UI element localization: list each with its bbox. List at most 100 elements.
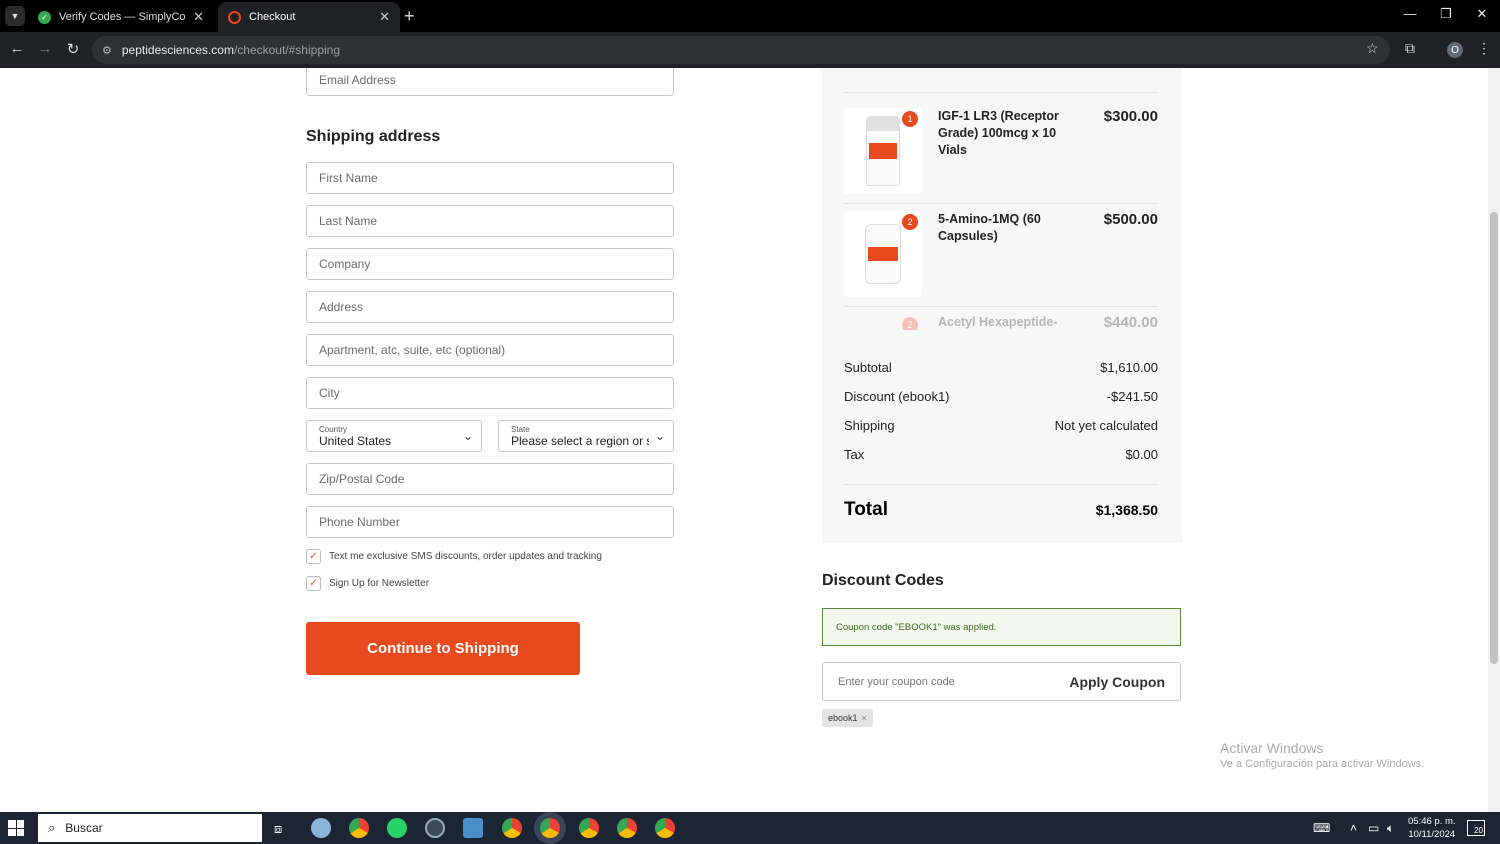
simplycodes-favicon-icon: ✓	[38, 10, 51, 24]
chrome-icon[interactable]	[655, 818, 675, 838]
checkbox-checked-icon[interactable]: ✓	[306, 576, 321, 591]
browser-menu-icon[interactable]: ⋮	[1477, 40, 1491, 57]
chrome-icon[interactable]	[540, 818, 560, 838]
keyboard-icon[interactable]: ⌨	[1313, 821, 1330, 835]
shipping-address-title: Shipping address	[306, 128, 441, 145]
tab-title: Checkout	[249, 11, 296, 23]
apartment-field[interactable]: Apartment, atc, suite, etc (optional)	[306, 334, 674, 366]
extensions-icon[interactable]: ⧉	[1405, 40, 1415, 57]
phone-field[interactable]: Phone Number	[306, 506, 674, 538]
app-icon[interactable]	[311, 818, 331, 838]
site-info-icon[interactable]: ⚙	[102, 44, 112, 57]
whatsapp-icon[interactable]	[387, 818, 407, 838]
address-field[interactable]: Address	[306, 291, 674, 323]
chrome-icon[interactable]	[349, 818, 369, 838]
country-select[interactable]: Country United States ⌄	[306, 420, 482, 452]
subtotal-label: Subtotal	[844, 360, 892, 375]
windows-taskbar: ⌕ Buscar ⧈ ⌨ ˄ ▭ 🔈︎ 05:46 p. m. 10/11/20…	[0, 812, 1500, 844]
tab-close-icon[interactable]: ✕	[193, 9, 204, 25]
address-bar[interactable]: ⚙ peptidesciences.com/checkout/#shipping	[92, 36, 1390, 64]
chevron-down-icon: ⌄	[654, 429, 665, 443]
state-value: Please select a region or st…	[511, 434, 649, 448]
chevron-up-icon[interactable]: ˄	[1350, 821, 1357, 835]
new-tab-button[interactable]: +	[404, 6, 415, 26]
notifications-icon[interactable]: 20	[1467, 820, 1485, 836]
url-text: peptidesciences.com/checkout/#shipping	[121, 43, 341, 57]
tab-close-icon[interactable]: ✕	[379, 9, 390, 25]
vial-image	[866, 116, 900, 186]
product-name: IGF-1 LR3 (Receptor Grade) 100mcg x 10 V…	[938, 109, 1059, 157]
app-icon[interactable]	[425, 818, 445, 838]
quantity-badge: 1	[902, 111, 918, 127]
divider	[844, 484, 1158, 485]
product-price: $440.00	[1103, 314, 1158, 330]
tab-simplycodes[interactable]: ✓ Verify Codes — SimplyCodes ✕	[28, 2, 214, 32]
applied-coupon-chip: ebook1 ×	[822, 709, 873, 727]
watermark-title: Activar Windows	[1220, 740, 1324, 756]
apply-coupon-button[interactable]: Apply Coupon	[1069, 674, 1180, 690]
profile-avatar[interactable]: O	[1447, 42, 1463, 58]
chevron-down-icon: ▼	[10, 11, 20, 21]
sms-opt-in-label: Text me exclusive SMS discounts, order u…	[329, 551, 602, 562]
total-label: Total	[844, 499, 888, 520]
zip-field[interactable]: Zip/Postal Code	[306, 463, 674, 495]
browser-tab-bar: ▼ ✓ Verify Codes — SimplyCodes ✕ Checkou…	[0, 0, 1500, 32]
restore-button[interactable]: ❐	[1428, 6, 1464, 22]
chrome-icon[interactable]	[502, 818, 522, 838]
total-value: $1,368.50	[1095, 502, 1158, 518]
bookmark-star-icon[interactable]: ☆	[1366, 40, 1379, 57]
checkbox-checked-icon[interactable]: ✓	[306, 549, 321, 564]
divider	[844, 306, 1158, 307]
divider	[844, 203, 1158, 204]
tab-search-button[interactable]: ▼	[5, 6, 25, 26]
subtotal-row: Subtotal $1,610.00	[844, 360, 1158, 375]
coupon-input[interactable]	[823, 675, 1070, 688]
company-field[interactable]: Company	[306, 248, 674, 280]
quantity-badge: 2	[902, 317, 918, 330]
watermark-subtitle: Ve a Configuración para activar Windows.	[1220, 758, 1425, 770]
cart-item: 2 Acetyl Hexapeptide- $440.00	[844, 314, 1158, 330]
tab-checkout[interactable]: Checkout ✕	[218, 2, 400, 32]
network-icon[interactable]: ▭	[1368, 821, 1379, 835]
chrome-icon[interactable]	[617, 818, 637, 838]
total-row: Total $1,368.50	[844, 499, 1158, 521]
window-close-button[interactable]: ✕	[1464, 6, 1500, 22]
quantity-badge: 2	[902, 214, 918, 230]
remove-coupon-icon[interactable]: ×	[862, 713, 867, 723]
newsletter-opt-in[interactable]: ✓ Sign Up for Newsletter	[306, 576, 429, 591]
chrome-icon[interactable]	[579, 818, 599, 838]
browser-toolbar: ← → ↻ ⚙ peptidesciences.com/checkout/#sh…	[0, 32, 1500, 68]
newsletter-opt-in-label: Sign Up for Newsletter	[329, 578, 430, 589]
state-label: State	[511, 425, 530, 434]
shipping-value: Not yet calculated	[1054, 418, 1158, 433]
back-icon[interactable]: ←	[7, 40, 27, 57]
email-field[interactable]: Email Address	[306, 68, 674, 96]
state-select[interactable]: State Please select a region or st… ⌄	[498, 420, 674, 452]
continue-to-shipping-button[interactable]: Continue to Shipping	[306, 622, 580, 675]
notepad-icon[interactable]	[463, 818, 483, 838]
taskbar-clock[interactable]: 05:46 p. m. 10/11/2024	[1408, 815, 1456, 841]
city-field[interactable]: City	[306, 377, 674, 409]
chevron-down-icon: ⌄	[462, 429, 473, 443]
discount-codes-title: Discount Codes	[822, 572, 944, 589]
scrollbar-thumb[interactable]	[1490, 212, 1498, 664]
coupon-form: Apply Coupon	[822, 662, 1181, 701]
discount-value: -$241.50	[1106, 389, 1158, 404]
taskbar-search-placeholder: Buscar	[65, 821, 103, 835]
shipping-label: Shipping	[844, 418, 895, 433]
tax-label: Tax	[844, 447, 865, 462]
task-view-icon[interactable]: ⧈	[274, 821, 282, 837]
last-name-field[interactable]: Last Name	[306, 205, 674, 237]
product-price: $500.00	[1103, 211, 1158, 228]
checkout-page: Email Address Shipping address First Nam…	[0, 68, 1488, 812]
page-scrollbar[interactable]	[1488, 68, 1500, 812]
taskbar-search[interactable]: ⌕ Buscar	[38, 814, 262, 842]
minimize-button[interactable]: —	[1392, 6, 1428, 21]
tax-value: $0.00	[1125, 447, 1158, 462]
first-name-field[interactable]: First Name	[306, 162, 674, 194]
windows-start-icon[interactable]	[8, 820, 24, 836]
forward-icon[interactable]: →	[35, 40, 55, 57]
sms-opt-in[interactable]: ✓ Text me exclusive SMS discounts, order…	[306, 549, 602, 564]
reload-icon[interactable]: ↻	[63, 40, 83, 58]
volume-icon[interactable]: 🔈︎	[1387, 821, 1394, 836]
